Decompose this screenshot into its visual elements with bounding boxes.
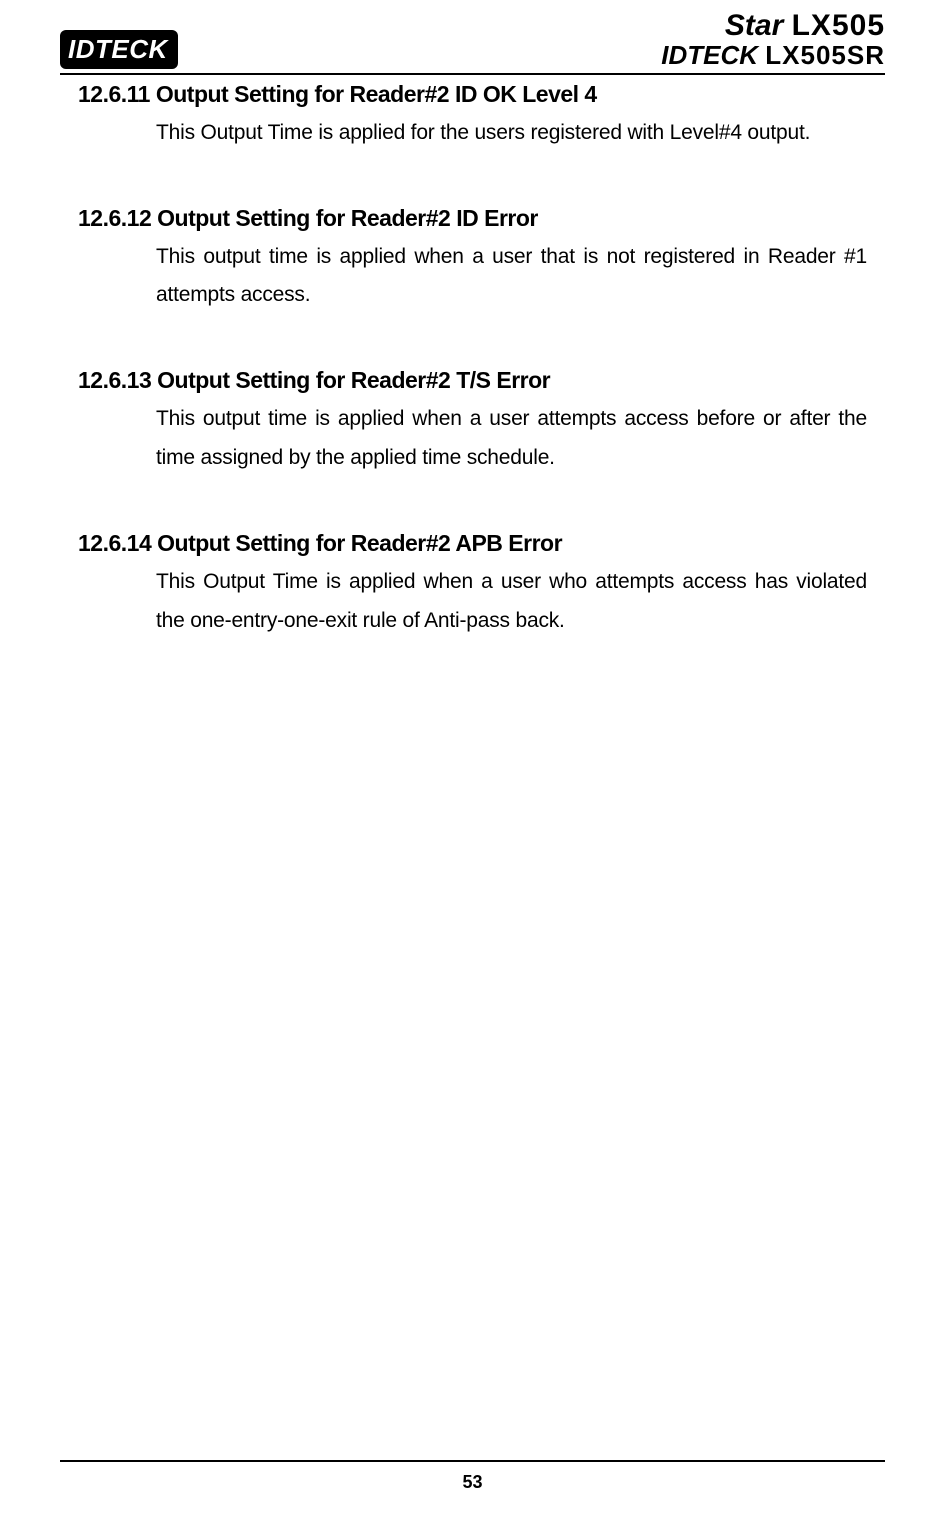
page-footer: 53 xyxy=(60,1460,885,1493)
page-header: IDTECK Star LX505 IDTECK LX505SR xyxy=(60,10,885,75)
brand-logo-left: IDTECK xyxy=(60,30,178,69)
brand-right-line1: Star LX505 xyxy=(661,10,885,42)
brand-left-text: IDTECK xyxy=(60,30,178,69)
page-number: 53 xyxy=(462,1472,482,1492)
brand-right-line1-brand: Star xyxy=(725,9,783,42)
brand-right-line1-model: LX505 xyxy=(792,9,885,42)
section-heading: 12.6.13 Output Setting for Reader#2 T/S … xyxy=(78,367,867,394)
section-heading: 12.6.11 Output Setting for Reader#2 ID O… xyxy=(78,81,867,108)
section-body: This output time is applied when a user … xyxy=(156,400,867,478)
page: IDTECK Star LX505 IDTECK LX505SR 12.6.11… xyxy=(0,0,945,1517)
page-content: 12.6.11 Output Setting for Reader#2 ID O… xyxy=(60,81,885,641)
section-12-6-12: 12.6.12 Output Setting for Reader#2 ID E… xyxy=(78,205,867,316)
section-heading: 12.6.14 Output Setting for Reader#2 APB … xyxy=(78,530,867,557)
section-body: This Output Time is applied when a user … xyxy=(156,563,867,641)
section-12-6-14: 12.6.14 Output Setting for Reader#2 APB … xyxy=(78,530,867,641)
section-12-6-11: 12.6.11 Output Setting for Reader#2 ID O… xyxy=(78,81,867,153)
section-body: This output time is applied when a user … xyxy=(156,238,867,316)
brand-right-line2-model: LX505SR xyxy=(765,40,885,70)
brand-right-line2: IDTECK LX505SR xyxy=(661,42,885,69)
brand-logo-right: Star LX505 IDTECK LX505SR xyxy=(661,10,885,69)
section-12-6-13: 12.6.13 Output Setting for Reader#2 T/S … xyxy=(78,367,867,478)
section-heading: 12.6.12 Output Setting for Reader#2 ID E… xyxy=(78,205,867,232)
brand-right-line2-brand: IDTECK xyxy=(661,40,758,70)
section-body: This Output Time is applied for the user… xyxy=(156,114,867,153)
